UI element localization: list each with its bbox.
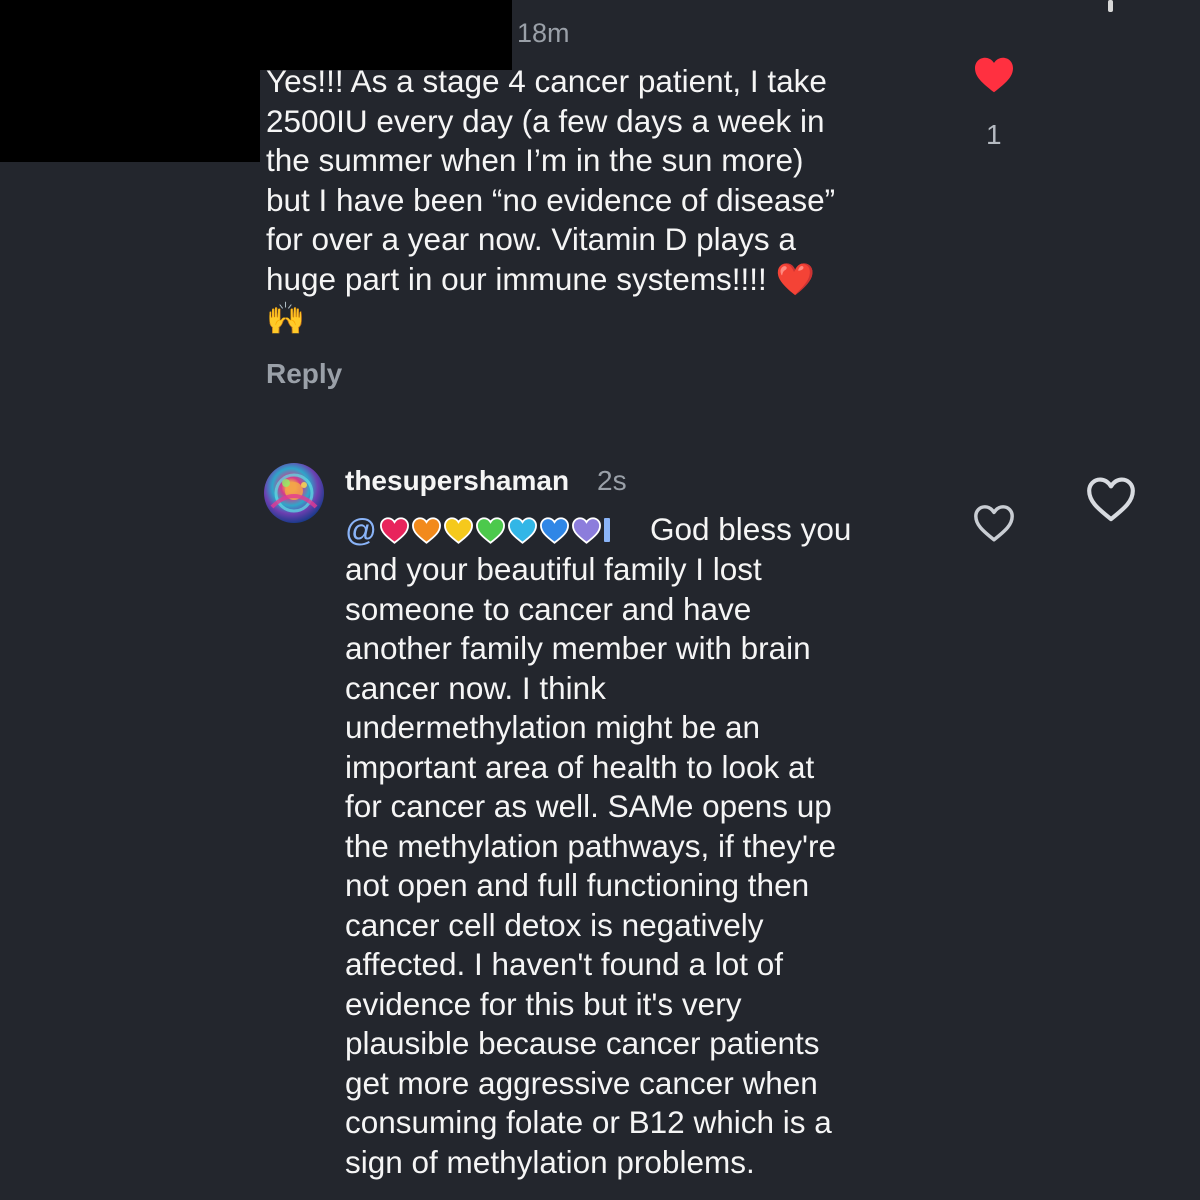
cropped-icon-edge xyxy=(1108,0,1113,12)
user-avatar[interactable] xyxy=(264,463,324,523)
mention-heart-emoji xyxy=(476,516,505,544)
mention-heart-emoji xyxy=(444,516,473,544)
comment-username[interactable]: thesupershaman xyxy=(345,465,569,497)
like-count: 1 xyxy=(986,119,1002,150)
comment-text: and your beautiful family I lost someone… xyxy=(345,551,837,1180)
avatar-art xyxy=(270,473,318,513)
mention-tail xyxy=(603,518,610,542)
comment-timestamp: 18m xyxy=(517,18,570,48)
mention-heart-emoji xyxy=(540,516,569,544)
mention-prefix: @ xyxy=(345,511,377,548)
heart-outline-icon[interactable] xyxy=(1083,475,1139,523)
comment-timestamp: 2s xyxy=(597,465,627,496)
mention-heart-emoji xyxy=(508,516,537,544)
comment-text-first-line: God bless you xyxy=(650,511,852,547)
comment-text: Yes!!! As a stage 4 cancer patient, I ta… xyxy=(266,63,836,336)
redaction-block xyxy=(0,70,260,162)
mention-tag[interactable]: @ xyxy=(345,510,610,550)
heart-filled-icon[interactable] xyxy=(973,56,1015,94)
mention-heart-emoji xyxy=(380,516,409,544)
reply-button[interactable]: Reply xyxy=(266,358,342,390)
redaction-block xyxy=(0,0,512,70)
heart-outline-icon[interactable] xyxy=(972,503,1016,543)
mention-heart-emoji xyxy=(412,516,441,544)
mention-username-hearts[interactable] xyxy=(379,516,602,545)
mention-heart-emoji xyxy=(572,516,601,544)
